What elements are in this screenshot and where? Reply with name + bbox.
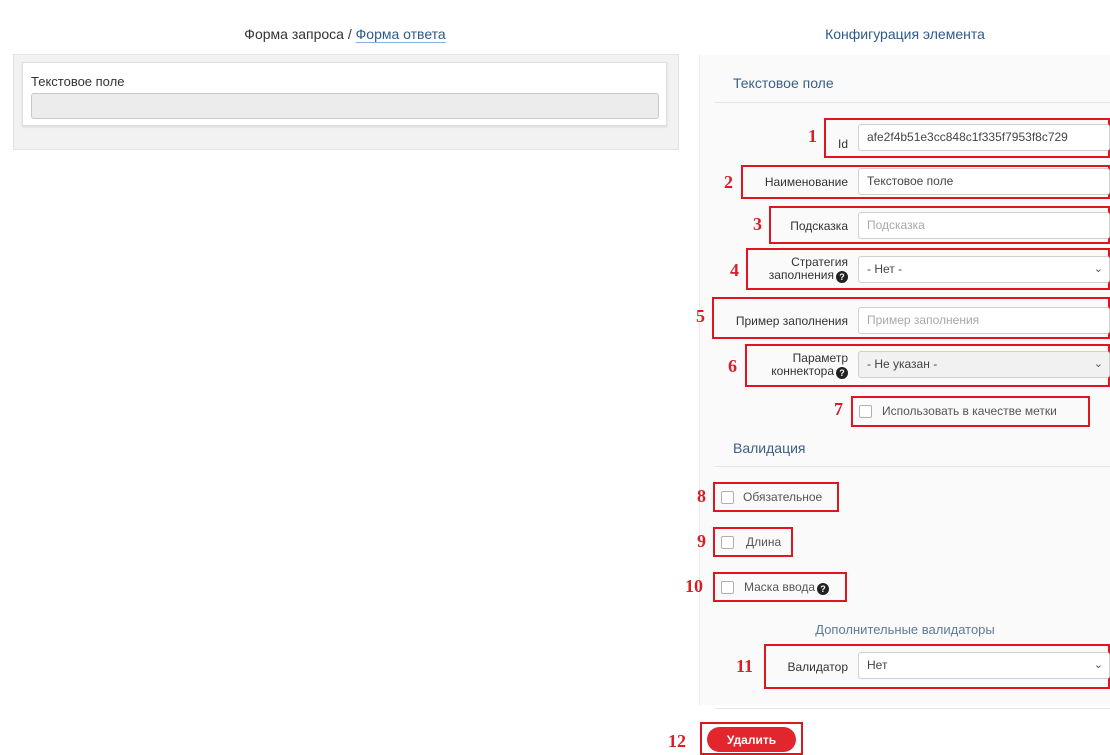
question-circle-icon[interactable]: ? xyxy=(836,271,848,283)
connector-selected: - Не указан - xyxy=(867,357,938,371)
text-field-preview-input xyxy=(31,93,659,119)
annotation-marker: 10 xyxy=(685,576,703,596)
question-circle-icon[interactable]: ? xyxy=(817,583,830,595)
annotation-marker: 3 xyxy=(753,214,762,234)
chevron-down-icon: ⌄ xyxy=(1093,263,1103,275)
use-as-label-label: Использовать в качестве метки xyxy=(882,404,1057,418)
strategy-label-line1: Стратегия xyxy=(791,255,848,269)
annotation-marker: 6 xyxy=(728,356,737,376)
divider xyxy=(715,708,1110,709)
divider xyxy=(715,466,1110,467)
annotation-marker: 1 xyxy=(808,126,817,146)
separator: / xyxy=(343,26,356,42)
connector-label-line2: коннектора xyxy=(771,364,834,378)
strategy-selected: - Нет - xyxy=(867,262,903,276)
validation-title: Валидация xyxy=(733,440,806,456)
mask-checkbox[interactable] xyxy=(721,581,734,594)
id-input[interactable]: afe2f4b51e3cc848c1f335f7953f8c729 xyxy=(858,124,1110,151)
validator-selected: Нет xyxy=(867,658,888,672)
text-field-label: Текстовое поле xyxy=(31,74,125,89)
connector-select[interactable]: - Не указан - ⌄ xyxy=(858,351,1110,378)
response-form-link[interactable]: Форма ответа xyxy=(356,26,446,42)
strategy-select[interactable]: - Нет - ⌄ xyxy=(858,256,1110,283)
use-as-label-checkbox[interactable] xyxy=(859,405,872,418)
validator-label: Валидатор xyxy=(787,660,848,674)
chevron-down-icon: ⌄ xyxy=(1093,659,1103,671)
hint-input[interactable]: Подсказка xyxy=(858,212,1110,239)
divider xyxy=(715,102,1110,103)
annotation-marker: 5 xyxy=(696,306,705,326)
length-checkbox[interactable] xyxy=(721,536,734,549)
mask-label: Маска ввода xyxy=(744,580,816,594)
annotation-marker: 9 xyxy=(697,531,706,551)
hint-label: Подсказка xyxy=(790,219,848,233)
example-label: Пример заполнения xyxy=(735,314,848,328)
name-input[interactable]: Текстовое поле xyxy=(858,168,1110,195)
name-label: Наименование xyxy=(764,175,848,189)
validator-select[interactable]: Нет ⌄ xyxy=(858,652,1110,679)
annotation-marker: 8 xyxy=(697,486,706,506)
annotation-marker: 12 xyxy=(668,731,686,751)
chevron-down-icon: ⌄ xyxy=(1093,358,1103,370)
length-label: Длина xyxy=(746,535,782,549)
strategy-label-line2: заполнения xyxy=(768,268,834,282)
extra-validators-title: Дополнительные валидаторы xyxy=(815,622,995,637)
connector-label-line1: Параметр xyxy=(792,351,848,365)
annotation-marker: 4 xyxy=(730,260,739,280)
id-label: Id xyxy=(837,137,848,151)
element-title: Текстовое поле xyxy=(733,75,834,91)
form-switcher: Форма запроса / Форма ответа xyxy=(0,26,690,42)
mask-label-wrap: Маска ввода? xyxy=(744,580,830,595)
required-checkbox[interactable] xyxy=(721,491,734,504)
required-label: Обязательное xyxy=(743,490,823,504)
text-field-element[interactable]: Текстовое поле xyxy=(22,62,667,126)
delete-button[interactable]: Удалить xyxy=(707,727,796,752)
example-input[interactable]: Пример заполнения xyxy=(858,307,1110,334)
annotation-marker: 11 xyxy=(736,656,754,676)
annotation-marker: 2 xyxy=(724,172,733,192)
question-circle-icon[interactable]: ? xyxy=(836,367,848,379)
config-header: Конфигурация элемента xyxy=(825,26,985,42)
connector-label: Параметр коннектора? xyxy=(750,352,848,379)
request-form-tab[interactable]: Форма запроса xyxy=(244,26,344,42)
strategy-label: Стратегия заполнения? xyxy=(750,256,848,283)
annotation-marker: 7 xyxy=(834,399,843,419)
